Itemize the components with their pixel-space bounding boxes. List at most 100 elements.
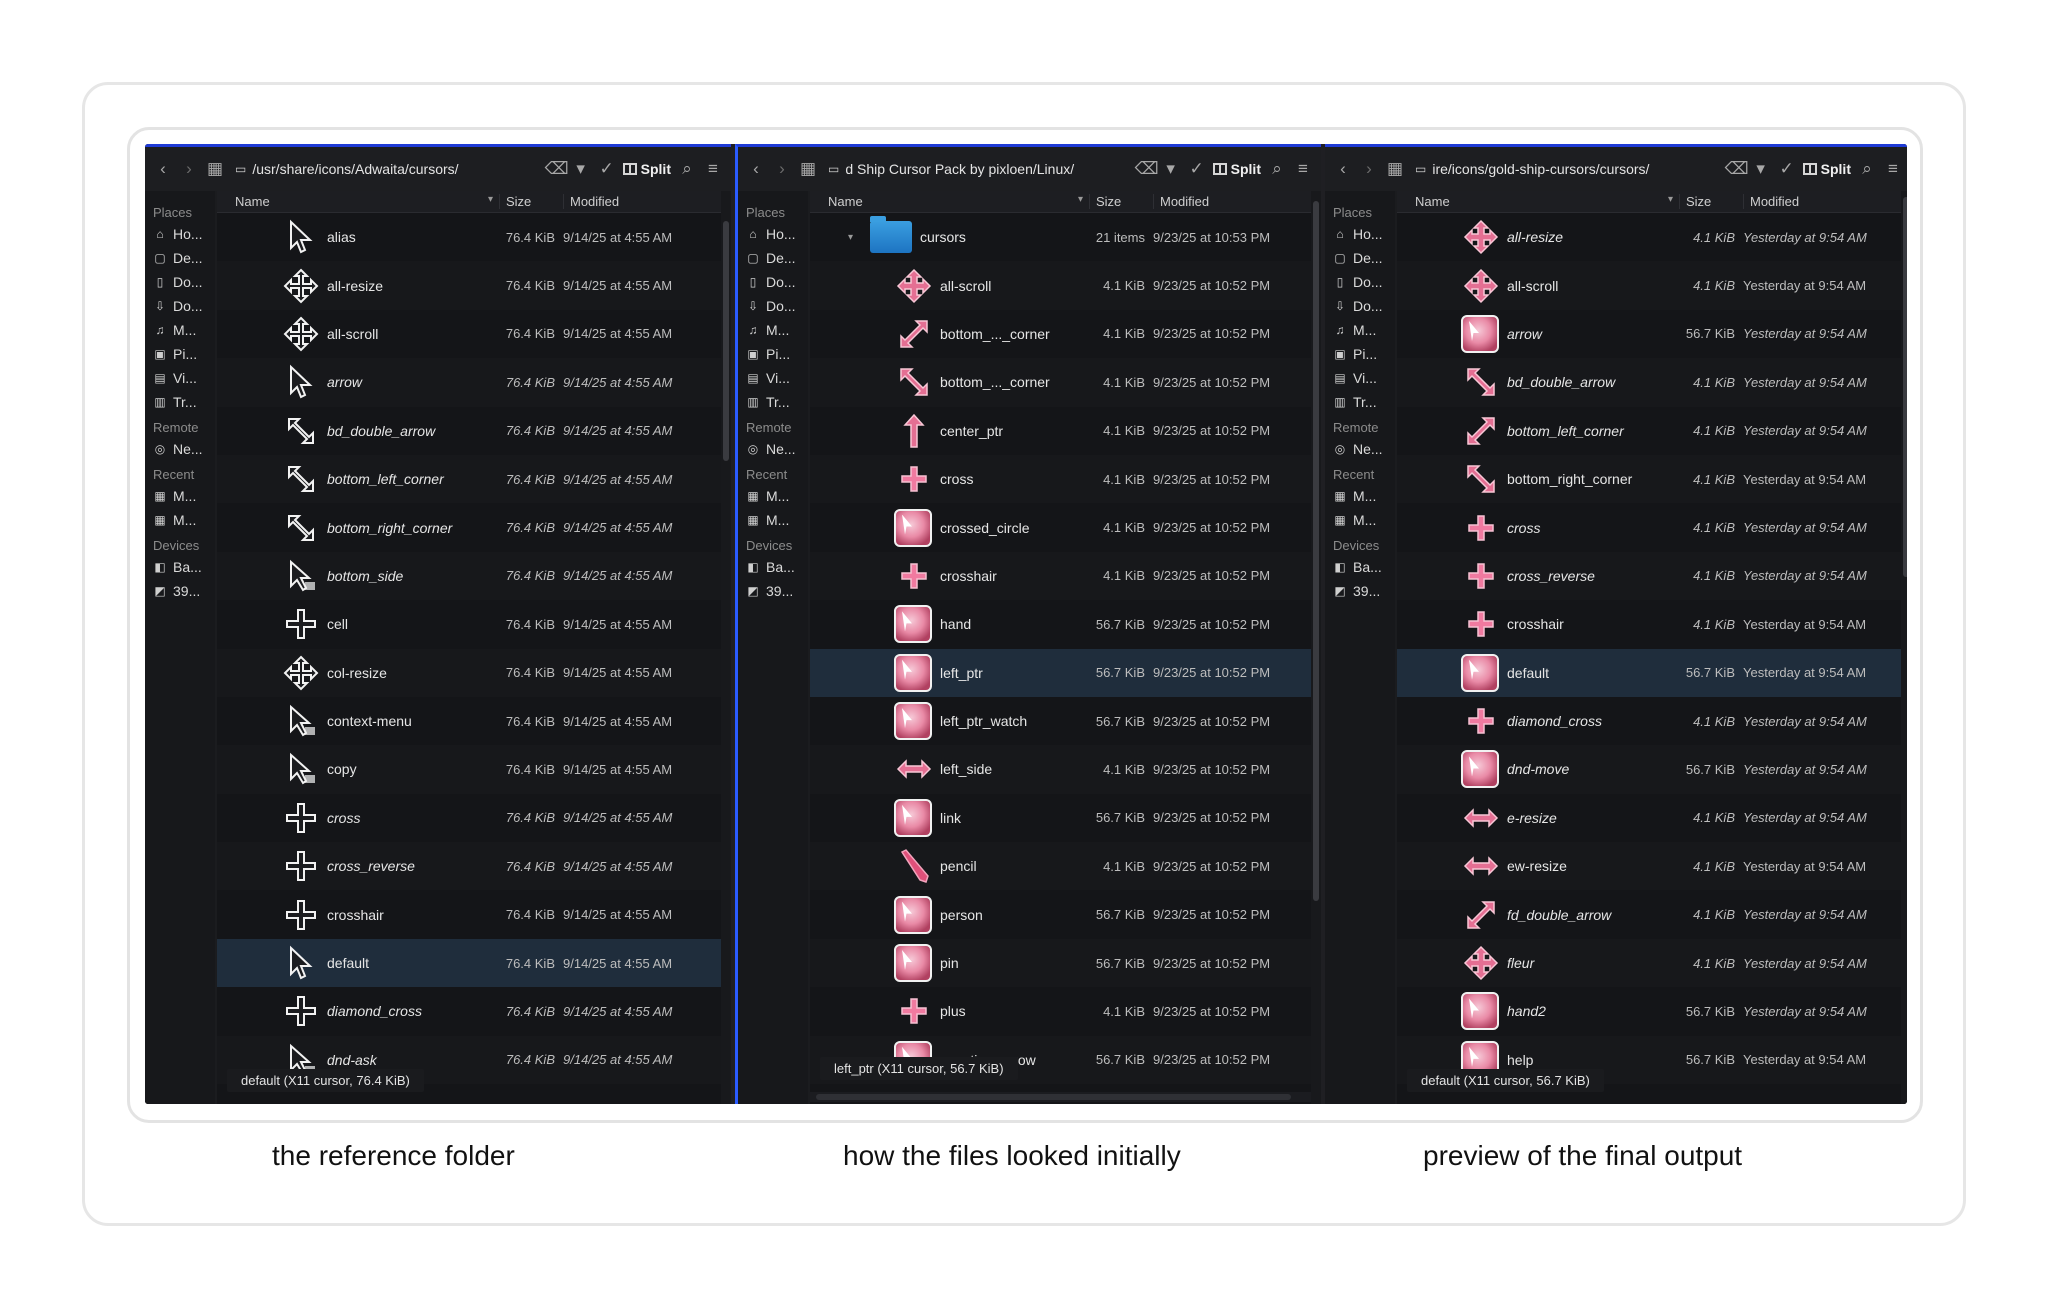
check-icon[interactable]: ✓	[1777, 159, 1797, 179]
horizontal-scrollbar[interactable]	[810, 1092, 1311, 1102]
split-button[interactable]: Split	[1212, 161, 1261, 177]
column-name[interactable]: Name ▾	[217, 194, 499, 209]
vertical-scrollbar[interactable]	[1901, 191, 1907, 1104]
sidebar-item-documents[interactable]: ▯ Do...	[738, 270, 808, 294]
sidebar-item-music[interactable]: ♫ M...	[145, 318, 215, 342]
sidebar-item-documents[interactable]: ▯ Do...	[1325, 270, 1395, 294]
file-row[interactable]: default 76.4 KiB 9/14/25 at 4:55 AM	[217, 938, 721, 988]
file-row[interactable]: pencil 4.1 KiB 9/23/25 at 10:52 PM	[810, 842, 1311, 891]
sidebar-item-home[interactable]: ⌂ Ho...	[145, 222, 215, 246]
file-row[interactable]: cross 76.4 KiB 9/14/25 at 4:55 AM	[217, 794, 721, 842]
sidebar-item-trash[interactable]: ▥ Tr...	[1325, 390, 1395, 414]
scroll-thumb[interactable]	[1313, 201, 1319, 901]
file-row[interactable]: arrow 56.7 KiB Yesterday at 9:54 AM	[1397, 310, 1901, 358]
file-row[interactable]: context-menu 76.4 KiB 9/14/25 at 4:55 AM	[217, 697, 721, 745]
file-row[interactable]: fleur 4.1 KiB Yesterday at 9:54 AM	[1397, 938, 1901, 988]
vertical-scrollbar[interactable]	[1311, 191, 1321, 1104]
sidebar-item-music[interactable]: ♫ M...	[1325, 318, 1395, 342]
file-row[interactable]: cross 4.1 KiB Yesterday at 9:54 AM	[1397, 503, 1901, 551]
forward-icon[interactable]: ›	[772, 159, 792, 179]
back-icon[interactable]: ‹	[746, 159, 766, 179]
column-size[interactable]: Size	[1679, 194, 1743, 209]
sidebar-item-network[interactable]: ◎ Ne...	[1325, 437, 1395, 461]
sidebar-item-videos[interactable]: ▤ Vi...	[145, 366, 215, 390]
view-mode-icon[interactable]: ▦	[205, 159, 225, 179]
view-mode-icon[interactable]: ▦	[798, 159, 818, 179]
clear-path-icon[interactable]: ⌫	[545, 159, 569, 179]
file-row[interactable]: copy 76.4 KiB 9/14/25 at 4:55 AM	[217, 745, 721, 794]
chevron-down-icon[interactable]: ▾	[1751, 159, 1771, 179]
file-row[interactable]: crosshair 4.1 KiB 9/23/25 at 10:52 PM	[810, 551, 1311, 601]
sidebar-item-downloads[interactable]: ⇩ Do...	[1325, 294, 1395, 318]
sidebar-item-desktop[interactable]: ▢ De...	[1325, 246, 1395, 270]
sidebar-item-recent-2[interactable]: ▦ M...	[145, 508, 215, 532]
sidebar-item-device-1[interactable]: ◧ Ba...	[145, 555, 215, 579]
file-row[interactable]: cell 76.4 KiB 9/14/25 at 4:55 AM	[217, 600, 721, 648]
file-row[interactable]: bottom_right_corner 76.4 KiB 9/14/25 at 4:…	[217, 503, 721, 551]
file-row[interactable]: hand 56.7 KiB 9/23/25 at 10:52 PM	[810, 600, 1311, 648]
scroll-thumb[interactable]	[1903, 197, 1907, 577]
file-row[interactable]: bottom_..._corner 4.1 KiB 9/23/25 at 10:52…	[810, 310, 1311, 358]
file-row[interactable]: cross_reverse 76.4 KiB 9/14/25 at 4:55 AM	[217, 842, 721, 891]
location-bar[interactable]: ▭ /usr/share/icons/Adwaita/cursors/	[231, 155, 539, 183]
file-row[interactable]: bottom_..._corner 4.1 KiB 9/23/25 at 10:52…	[810, 358, 1311, 407]
file-row[interactable]: ew-resize 4.1 KiB Yesterday at 9:54 AM	[1397, 842, 1901, 891]
file-row[interactable]: pin 56.7 KiB 9/23/25 at 10:52 PM	[810, 938, 1311, 988]
file-row[interactable]: all-scroll 4.1 KiB 9/23/25 at 10:52 PM	[810, 261, 1311, 310]
check-icon[interactable]: ✓	[597, 159, 617, 179]
search-icon[interactable]: ⌕	[677, 159, 697, 179]
file-row[interactable]: diamond_cross 76.4 KiB 9/14/25 at 4:55 AM	[217, 987, 721, 1035]
file-row[interactable]: bottom_right_corner 4.1 KiB Yesterday at 9…	[1397, 454, 1901, 504]
file-row[interactable]: default 56.7 KiB Yesterday at 9:54 AM	[1397, 648, 1901, 697]
sidebar-item-trash[interactable]: ▥ Tr...	[738, 390, 808, 414]
sidebar-item-pictures[interactable]: ▣ Pi...	[738, 342, 808, 366]
file-row[interactable]: all-resize 4.1 KiB Yesterday at 9:54 AM	[1397, 213, 1901, 261]
file-row[interactable]: crosshair 76.4 KiB 9/14/25 at 4:55 AM	[217, 890, 721, 938]
file-row[interactable]: fd_double_arrow 4.1 KiB Yesterday at 9:54 …	[1397, 890, 1901, 938]
file-row[interactable]: diamond_cross 4.1 KiB Yesterday at 9:54 AM	[1397, 697, 1901, 745]
sidebar-item-downloads[interactable]: ⇩ Do...	[738, 294, 808, 318]
sidebar-item-device-2[interactable]: ◩ 39...	[738, 579, 808, 603]
file-row[interactable]: cross_reverse 4.1 KiB Yesterday at 9:54 AM	[1397, 551, 1901, 601]
file-row[interactable]: col-resize 76.4 KiB 9/14/25 at 4:55 AM	[217, 648, 721, 697]
file-row[interactable]: bd_double_arrow 76.4 KiB 9/14/25 at 4:55 A…	[217, 407, 721, 455]
file-row[interactable]: crosshair 4.1 KiB Yesterday at 9:54 AM	[1397, 600, 1901, 648]
file-row[interactable]: all-scroll 4.1 KiB Yesterday at 9:54 AM	[1397, 261, 1901, 310]
check-icon[interactable]: ✓	[1187, 159, 1207, 179]
sidebar-item-trash[interactable]: ▥ Tr...	[145, 390, 215, 414]
file-row[interactable]: link 56.7 KiB 9/23/25 at 10:52 PM	[810, 794, 1311, 842]
sidebar-item-downloads[interactable]: ⇩ Do...	[145, 294, 215, 318]
folder-row[interactable]: ▾ cursors 21 items 9/23/25 at 10:53 PM	[810, 213, 1311, 261]
sidebar-item-home[interactable]: ⌂ Ho...	[1325, 222, 1395, 246]
column-size[interactable]: Size	[499, 194, 563, 209]
sidebar-item-device-1[interactable]: ◧ Ba...	[1325, 555, 1395, 579]
sidebar-item-desktop[interactable]: ▢ De...	[738, 246, 808, 270]
file-row[interactable]: left_ptr 56.7 KiB 9/23/25 at 10:52 PM	[810, 648, 1311, 697]
sidebar-item-device-2[interactable]: ◩ 39...	[1325, 579, 1395, 603]
file-row[interactable]: hand2 56.7 KiB Yesterday at 9:54 AM	[1397, 987, 1901, 1035]
file-row[interactable]: all-resize 76.4 KiB 9/14/25 at 4:55 AM	[217, 261, 721, 310]
back-icon[interactable]: ‹	[153, 159, 173, 179]
column-modified[interactable]: Modified	[1743, 194, 1901, 209]
split-button[interactable]: Split	[622, 161, 671, 177]
expand-icon[interactable]: ▾	[848, 232, 853, 243]
sidebar-item-device-1[interactable]: ◧ Ba...	[738, 555, 808, 579]
menu-icon[interactable]: ≡	[703, 159, 723, 179]
file-row[interactable]: e-resize 4.1 KiB Yesterday at 9:54 AM	[1397, 794, 1901, 842]
scroll-thumb[interactable]	[723, 221, 729, 461]
sidebar-item-network[interactable]: ◎ Ne...	[145, 437, 215, 461]
column-name[interactable]: Name ▾	[810, 194, 1089, 209]
file-row[interactable]: left_side 4.1 KiB 9/23/25 at 10:52 PM	[810, 745, 1311, 794]
sidebar-item-home[interactable]: ⌂ Ho...	[738, 222, 808, 246]
sidebar-item-recent-2[interactable]: ▦ M...	[738, 508, 808, 532]
column-name[interactable]: Name ▾	[1397, 194, 1679, 209]
sidebar-item-pictures[interactable]: ▣ Pi...	[145, 342, 215, 366]
chevron-down-icon[interactable]: ▾	[571, 159, 591, 179]
search-icon[interactable]: ⌕	[1857, 159, 1877, 179]
location-bar[interactable]: ▭ d Ship Cursor Pack by pixloen/Linux/	[824, 155, 1129, 183]
file-row[interactable]: person 56.7 KiB 9/23/25 at 10:52 PM	[810, 890, 1311, 938]
file-row[interactable]: bottom_side 76.4 KiB 9/14/25 at 4:55 AM	[217, 551, 721, 601]
chevron-down-icon[interactable]: ▾	[1161, 159, 1181, 179]
file-row[interactable]: alias 76.4 KiB 9/14/25 at 4:55 AM	[217, 213, 721, 261]
file-row[interactable]: bottom_left_corner 4.1 KiB Yesterday at 9:…	[1397, 407, 1901, 455]
